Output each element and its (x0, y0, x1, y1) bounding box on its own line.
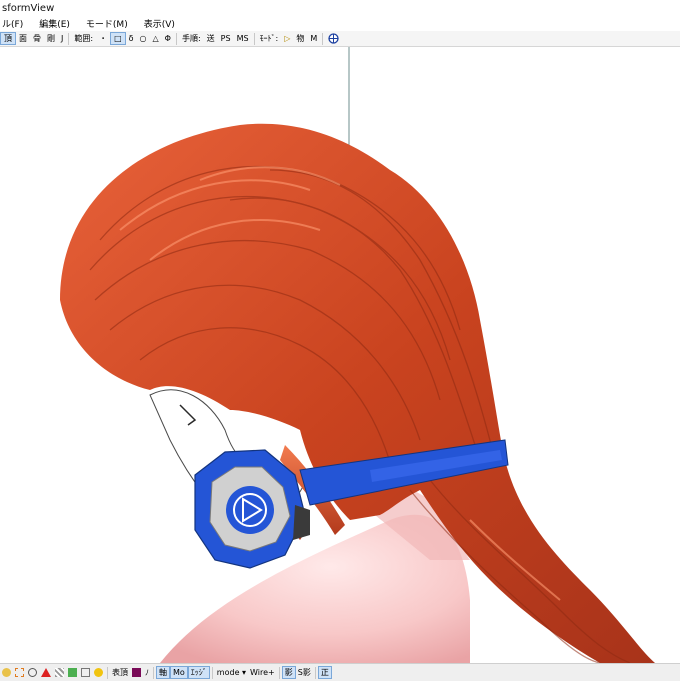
earcup-side (293, 505, 310, 540)
range-point-tool[interactable]: ・ (96, 32, 110, 45)
frame-icon[interactable] (81, 668, 90, 677)
status-divider (314, 666, 316, 679)
status-divider (153, 666, 154, 679)
title-bar: sformView (0, 0, 680, 16)
sequence-label: 手順: (181, 34, 201, 43)
target-icon[interactable] (28, 668, 37, 677)
tool-bone[interactable]: 骨 (30, 32, 44, 45)
menu-edit[interactable]: 編集(E) (37, 17, 74, 30)
menu-mode[interactable]: モード(M) (84, 17, 132, 30)
range-lasso-tool[interactable]: δ (126, 32, 137, 45)
toolbar: 頂 面 骨 剛 J 範囲: ・ □ δ ○ △ Φ 手順: 送 PS MS ﾓｰ… (0, 31, 680, 47)
tool-rigid[interactable]: 剛 (44, 32, 58, 45)
3d-viewport[interactable] (0, 47, 680, 664)
model-render (60, 47, 655, 664)
mode-play-button[interactable]: ▷ (281, 32, 293, 45)
leaf-icon[interactable] (2, 668, 11, 677)
range-triangle-tool[interactable]: △ (150, 32, 162, 45)
display-vertex-toggle[interactable]: 表頂 (110, 666, 130, 679)
self-shadow-toggle[interactable]: S影 (296, 666, 313, 679)
menu-view[interactable]: 表示(V) (142, 17, 179, 30)
map-icon[interactable] (68, 668, 77, 677)
status-divider (211, 666, 213, 679)
toolbar-divider (68, 32, 70, 45)
color-swatch-icon[interactable] (132, 668, 141, 677)
tool-vertex[interactable]: 頂 (0, 32, 16, 45)
tool-joint[interactable]: J (58, 32, 66, 45)
status-bar: 表頂 ﾉ 軸 Mo ｴｯｼﾞ mode ▾ Wire+ 影 S影 正 (0, 663, 680, 681)
triangle-icon[interactable] (41, 668, 51, 677)
status-no-toggle[interactable]: ﾉ (143, 666, 151, 679)
toolbar-divider (253, 32, 255, 45)
toolbar-divider (322, 32, 324, 45)
menu-bar: ル(F) 編集(E) モード(M) 表示(V) (0, 16, 680, 31)
grid-icon[interactable] (15, 668, 24, 677)
menu-file[interactable]: ル(F) (0, 17, 27, 30)
mode-dropdown[interactable]: mode ▾ (215, 666, 248, 679)
sequence-ps[interactable]: PS (218, 32, 234, 45)
sequence-ms[interactable]: MS (234, 32, 252, 45)
circle-icon[interactable] (94, 668, 103, 677)
checker-icon[interactable] (55, 668, 64, 677)
sequence-send[interactable]: 送 (204, 32, 218, 45)
range-phi-tool[interactable]: Φ (162, 32, 174, 45)
mode-label: ﾓｰﾄﾞ: (259, 34, 279, 43)
model-toggle[interactable]: Mo (170, 666, 188, 679)
toolbar-divider (175, 32, 177, 45)
globe-icon[interactable] (325, 32, 342, 45)
edge-toggle[interactable]: ｴｯｼﾞ (187, 666, 210, 679)
axis-toggle[interactable]: 軸 (156, 666, 170, 679)
tool-face[interactable]: 面 (16, 32, 30, 45)
mode-m-button[interactable]: M (307, 32, 320, 45)
front-view-toggle[interactable]: 正 (317, 666, 332, 679)
status-divider (278, 666, 280, 679)
range-rect-tool[interactable]: □ (110, 32, 126, 45)
shadow-toggle[interactable]: 影 (281, 666, 296, 679)
range-label: 範囲: (74, 34, 94, 43)
wire-toggle[interactable]: Wire+ (248, 666, 277, 679)
range-circle-tool[interactable]: ○ (137, 32, 150, 45)
window-title: sformView (2, 2, 55, 14)
mode-physics-button[interactable]: 物 (293, 32, 307, 45)
status-divider (107, 666, 108, 679)
